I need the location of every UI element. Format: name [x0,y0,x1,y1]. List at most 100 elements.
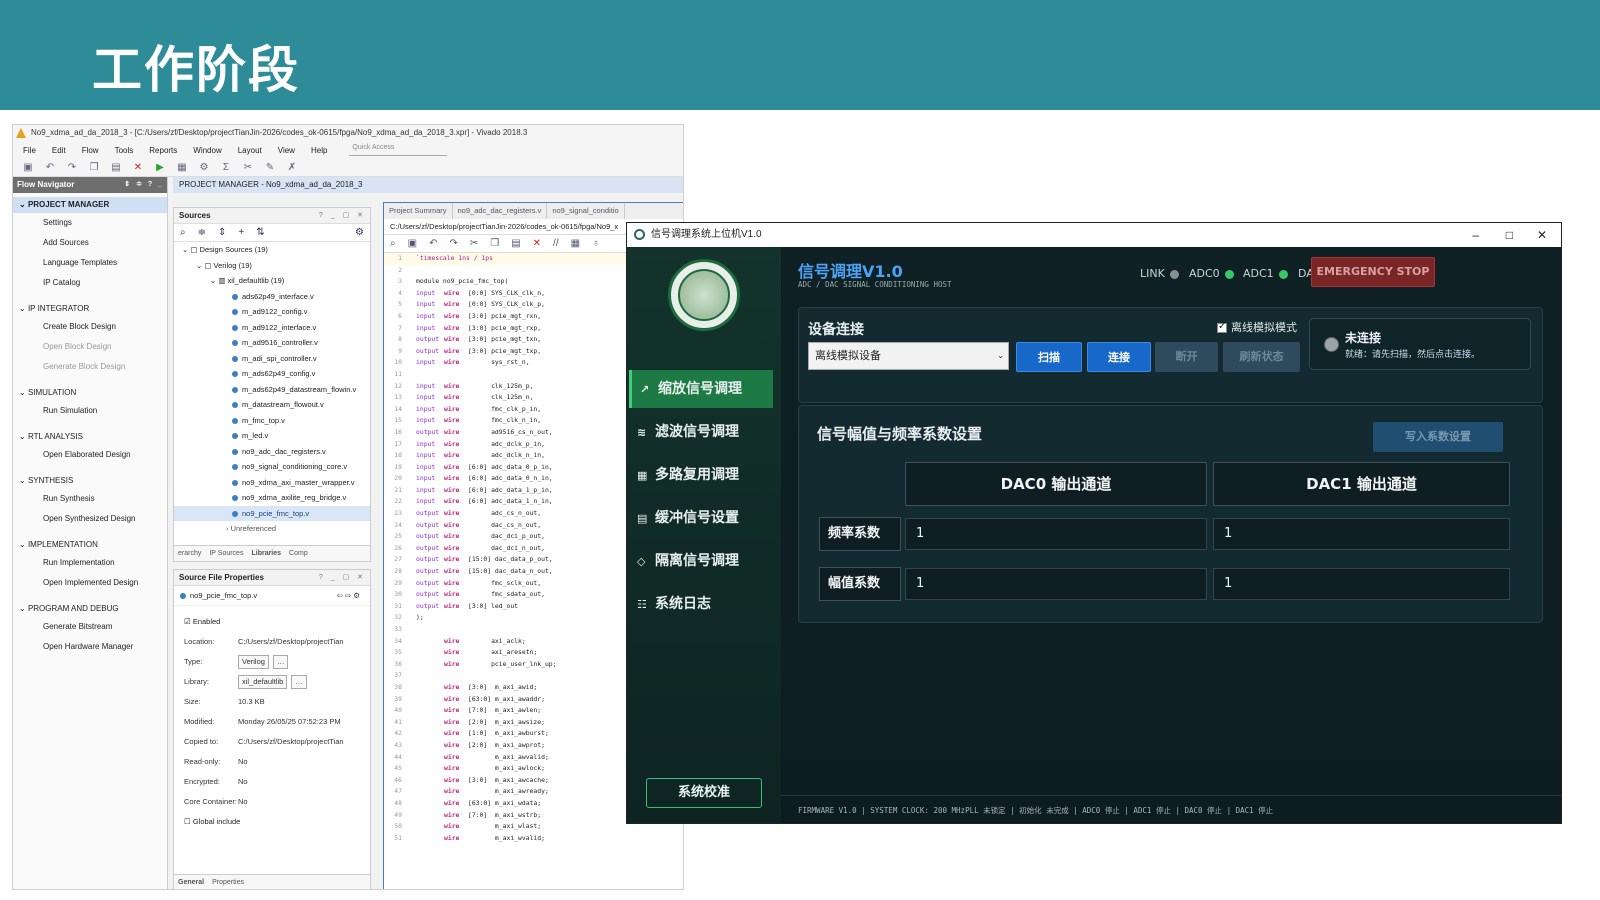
dac1-amplitude-input[interactable]: 1 [1213,568,1510,600]
flow-section-4[interactable]: ⌄ SYNTHESIS [13,473,167,489]
write-coefficients-button[interactable]: 写入系数设置 [1373,422,1503,452]
flow-item[interactable]: Open Synthesized Design [13,509,167,529]
unreferenced-node[interactable]: › Unreferenced [174,521,370,537]
refresh-status-button[interactable]: 刷新状态 [1223,342,1300,372]
dac0-amplitude-input[interactable]: 1 [905,568,1207,600]
menu-item-tools[interactable]: Tools [115,146,134,155]
nav-item-3[interactable]: ▤ 缓冲信号设置 [629,499,773,537]
paste-icon[interactable]: ▤ [511,238,520,249]
panel-controls-icon[interactable]: ? _ ▢ ✕ [319,570,366,586]
flow-item[interactable]: Create Block Design [13,317,167,337]
source-file-item[interactable]: m_ad9122_config.v [174,304,370,320]
nav-item-5[interactable]: ☷ 系统日志 [629,585,773,623]
menu-item-help[interactable]: Help [311,146,327,155]
source-file-item[interactable]: m_fmc_top.v [174,413,370,429]
flow-item[interactable]: Run Synthesis [13,489,167,509]
source-file-item[interactable]: m_ads62p49_config.v [174,366,370,382]
calibrate-button[interactable]: 系统校准 [646,778,762,808]
paste-icon[interactable]: ▤ [111,162,121,173]
nav-item-4[interactable]: ◇ 隔离信号调理 [629,542,773,580]
undo-icon[interactable]: ↶ [45,162,55,173]
flow-section-5[interactable]: ⌄ IMPLEMENTATION [13,537,167,553]
menu-item-window[interactable]: Window [193,146,221,155]
editor-tab[interactable]: Project Summary [384,203,453,219]
verilog-node[interactable]: ⌄ ▢ Verilog (19) [174,258,370,274]
cross-icon[interactable]: ✗ [287,162,297,173]
program-icon[interactable]: ▦ [177,162,187,173]
source-file-item[interactable]: no9_xdma_axi_master_wrapper.v [174,475,370,491]
sources-tab[interactable]: Comp [289,546,308,561]
expand-icon[interactable]: ⇕ [218,227,226,238]
undo-icon[interactable]: ↶ [429,238,437,249]
sources-tab[interactable]: erarchy [178,546,201,561]
collapse-icon[interactable]: ≑ [198,227,206,238]
close-icon[interactable]: ✕ [1537,223,1547,247]
source-file-item[interactable]: no9_xdma_axilite_reg_bridge.v [174,490,370,506]
copy-icon[interactable]: ❐ [89,162,99,173]
sources-tab[interactable]: IP Sources [209,546,243,561]
comment-icon[interactable]: // [553,238,559,249]
flow-item[interactable]: IP Catalog [13,273,167,293]
flow-item[interactable]: Open Elaborated Design [13,445,167,465]
dac0-frequency-input[interactable]: 1 [905,518,1207,550]
flow-item[interactable]: Add Sources [13,233,167,253]
source-file-item[interactable]: m_datastream_flowout.v [174,397,370,413]
design-sources-node[interactable]: ⌄ ▢ Design Sources (19) [174,242,370,258]
property-field[interactable]: xil_defaultlib [238,675,288,689]
dac1-frequency-input[interactable]: 1 [1213,518,1510,550]
flow-section-6[interactable]: ⌄ PROGRAM AND DEBUG [13,601,167,617]
bulb-icon[interactable]: ♁ [592,238,600,249]
flow-section-2[interactable]: ⌄ SIMULATION [13,385,167,401]
source-file-item[interactable]: no9_adc_dac_registers.v [174,444,370,460]
properties-tab[interactable]: Properties [212,875,244,889]
flow-item[interactable]: Generate Block Design [13,357,167,377]
quick-access-input[interactable]: Quick Access [349,144,448,156]
source-file-item[interactable]: no9_pcie_fmc_top.v [174,505,370,521]
disconnect-button[interactable]: 断开 [1155,342,1218,372]
emergency-stop-button[interactable]: EMERGENCY STOP [1311,257,1435,287]
properties-tab[interactable]: General [178,875,204,889]
settings-gear-icon[interactable]: ⚙ [199,162,209,173]
source-file-item[interactable]: ads62p49_interface.v [174,289,370,305]
run-icon[interactable]: ▶ [155,162,165,173]
menu-item-flow[interactable]: Flow [82,146,99,155]
cut-icon[interactable]: ✂ [243,162,253,173]
search-icon[interactable]: ⌕ [390,238,396,249]
panel-controls-icon[interactable]: ? _ ▢ ✕ [319,208,366,224]
cut-icon[interactable]: ✂ [470,238,478,249]
edit-icon[interactable]: ✎ [265,162,275,173]
enabled-checkbox[interactable]: ☑ Enabled [174,612,370,632]
nav-item-1[interactable]: ≋ 滤波信号调理 [629,413,773,451]
menu-item-view[interactable]: View [278,146,295,155]
maximize-icon[interactable]: □ [1506,223,1513,247]
more-icon[interactable]: … [272,655,289,669]
source-file-item[interactable]: m_led.v [174,428,370,444]
redo-icon[interactable]: ↷ [449,238,457,249]
device-select[interactable]: 离线模拟设备 ⌄ [808,342,1009,370]
menu-item-edit[interactable]: Edit [52,146,66,155]
sum-icon[interactable]: Σ [221,162,231,173]
settings-link[interactable]: 设置 [646,821,666,823]
delete-icon[interactable]: ✕ [533,238,541,249]
source-file-item[interactable]: m_adi_spi_controller.v [174,351,370,367]
save-icon[interactable]: ▣ [23,162,33,173]
source-file-item[interactable]: m_ad9122_interface.v [174,320,370,336]
flow-section-3[interactable]: ⌄ RTL ANALYSIS [13,429,167,445]
add-icon[interactable]: + [238,227,244,238]
panel-controls-icon[interactable]: ⇕ ≑ ? _ [124,177,164,193]
flow-item[interactable]: Run Simulation [13,401,167,421]
delete-icon[interactable]: ✕ [133,162,143,173]
copy-icon[interactable]: ❐ [490,238,499,249]
search-icon[interactable]: ⌕ [180,227,186,238]
connect-button[interactable]: 连接 [1087,342,1151,372]
scan-button[interactable]: 扫描 [1016,342,1082,372]
flow-section-0[interactable]: ⌄ PROJECT MANAGER [13,197,167,213]
redo-icon[interactable]: ↷ [67,162,77,173]
flow-section-1[interactable]: ⌄ IP INTEGRATOR [13,301,167,317]
property-field[interactable]: Verilog [238,655,269,669]
help-link[interactable]: 帮助 [742,821,762,823]
block-icon[interactable]: ▦ [571,238,580,249]
sources-tab[interactable]: Libraries [251,546,281,561]
hierarchy-icon[interactable]: ⇅ [256,227,264,238]
gear-icon[interactable]: ⚙ [355,227,364,238]
